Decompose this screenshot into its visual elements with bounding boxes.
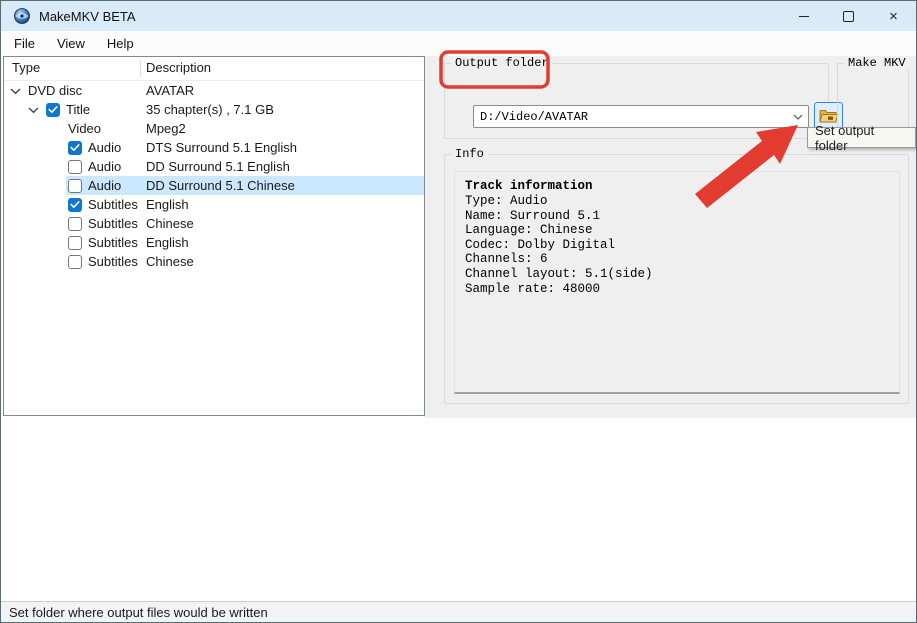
checkbox[interactable]: [68, 198, 82, 212]
info-group: Info Track information Type: AudioName: …: [444, 154, 909, 404]
checkbox[interactable]: [68, 160, 82, 174]
output-folder-label: Output folder: [451, 56, 553, 70]
tree-rows: DVD disc AVATAR Title 35 chapter(s) , 7.…: [4, 81, 424, 415]
tree-item-type: Subtitles: [88, 216, 138, 231]
tree-item-description: 35 chapter(s) , 7.1 GB: [146, 102, 274, 117]
column-separator[interactable]: [140, 60, 141, 77]
window-title: MakeMKV BETA: [39, 9, 136, 24]
tree-row[interactable]: Title 35 chapter(s) , 7.1 GB: [4, 100, 424, 119]
output-path-value: D:/Video/AVATAR: [474, 110, 788, 124]
status-bar: Set folder where output files would be w…: [1, 601, 916, 622]
checkbox[interactable]: [68, 141, 82, 155]
minimize-button[interactable]: [781, 1, 826, 31]
info-label: Info: [451, 147, 488, 161]
tree-row[interactable]: Subtitles English: [4, 195, 424, 214]
track-info-line: Channel layout: 5.1(side): [465, 267, 889, 282]
tree-item-description: DTS Surround 5.1 English: [146, 140, 297, 155]
tooltip: Set output folder: [807, 127, 916, 148]
tree-header: Type Description: [4, 57, 424, 81]
checkbox[interactable]: [68, 255, 82, 269]
maximize-button[interactable]: [826, 1, 871, 31]
tree-item-type: Subtitles: [88, 254, 138, 269]
tree-item-description: Chinese: [146, 216, 194, 231]
tree-item-type: Subtitles: [88, 235, 138, 250]
tree-row[interactable]: Video Mpeg2: [4, 119, 424, 138]
tree-item-type: Subtitles: [88, 197, 138, 212]
status-text: Set folder where output files would be w…: [9, 605, 268, 620]
track-info-line: Type: Audio: [465, 194, 889, 209]
title-bar: MakeMKV BETA ×: [1, 1, 916, 31]
window-controls: ×: [781, 1, 916, 31]
checkbox[interactable]: [68, 236, 82, 250]
checkbox[interactable]: [46, 103, 60, 117]
tree-item-type: Audio: [88, 140, 121, 155]
tree-row[interactable]: Audio DD Surround 5.1 Chinese: [4, 176, 424, 195]
minimize-icon: [799, 16, 809, 17]
makemkv-logo-icon: [14, 8, 30, 24]
tooltip-text: Set output folder: [815, 123, 908, 153]
chevron-down-icon[interactable]: [10, 85, 28, 97]
column-header-description: Description: [146, 60, 211, 75]
tree-item-description: English: [146, 197, 189, 212]
track-info-heading: Track information: [465, 179, 889, 193]
output-path-combobox[interactable]: D:/Video/AVATAR: [473, 105, 809, 128]
checkbox[interactable]: [68, 179, 82, 193]
menu-bar: FileViewHelp: [1, 31, 916, 56]
close-button[interactable]: ×: [871, 1, 916, 31]
tree-item-type: DVD disc: [28, 83, 82, 98]
checkbox[interactable]: [68, 217, 82, 231]
tree-row[interactable]: Subtitles Chinese: [4, 252, 424, 271]
tree-item-description: DD Surround 5.1 Chinese: [146, 178, 295, 193]
track-info-line: Sample rate: 48000: [465, 282, 889, 297]
tree-row[interactable]: Subtitles Chinese: [4, 214, 424, 233]
settings-panel: Output folder D:/Video/AVATAR Make MKV: [425, 56, 916, 418]
track-info-line: Name: Surround 5.1: [465, 209, 889, 224]
tree-item-description: AVATAR: [146, 83, 194, 98]
tree-item-type: Video: [68, 121, 101, 136]
chevron-down-icon[interactable]: [788, 114, 808, 120]
makemkv-window: MakeMKV BETA × FileViewHelp Type Descrip…: [0, 0, 917, 623]
track-tree-panel: Type Description DVD disc AVATAR Title 3…: [3, 56, 425, 416]
output-folder-group: Output folder D:/Video/AVATAR: [444, 63, 829, 139]
maximize-icon: [843, 11, 854, 22]
tree-row[interactable]: Audio DD Surround 5.1 English: [4, 157, 424, 176]
track-info-line: Language: Chinese: [465, 223, 889, 238]
track-info-line: Channels: 6: [465, 252, 889, 267]
tree-item-description: English: [146, 235, 189, 250]
chevron-down-icon[interactable]: [28, 104, 46, 116]
track-info-area: Track information Type: AudioName: Surro…: [454, 171, 900, 394]
tree-item-type: Audio: [88, 178, 121, 193]
tree-row[interactable]: Subtitles English: [4, 233, 424, 252]
tree-item-description: Chinese: [146, 254, 194, 269]
tree-item-type: Title: [66, 102, 90, 117]
tree-item-description: Mpeg2: [146, 121, 186, 136]
tree-item-description: DD Surround 5.1 English: [146, 159, 290, 174]
tree-row[interactable]: DVD disc AVATAR: [4, 81, 424, 100]
column-header-type: Type: [12, 60, 40, 75]
tree-row[interactable]: Audio DTS Surround 5.1 English: [4, 138, 424, 157]
track-info-lines: Type: AudioName: Surround 5.1Language: C…: [465, 194, 889, 296]
make-mkv-label: Make MKV: [844, 56, 910, 70]
log-area: [1, 418, 916, 601]
close-icon: ×: [889, 9, 898, 24]
track-info-line: Codec: Dolby Digital: [465, 238, 889, 253]
menu-item-view[interactable]: View: [46, 33, 96, 54]
menu-item-file[interactable]: File: [3, 33, 46, 54]
tree-item-type: Audio: [88, 159, 121, 174]
menu-item-help[interactable]: Help: [96, 33, 145, 54]
